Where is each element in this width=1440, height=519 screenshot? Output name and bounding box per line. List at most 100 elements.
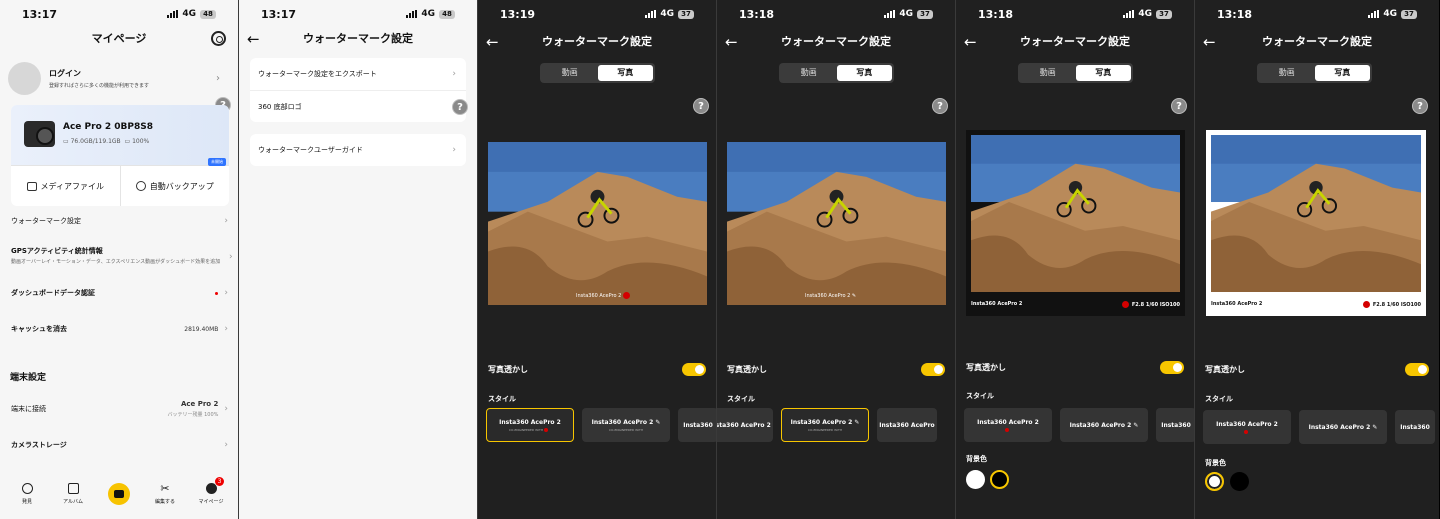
- style-option[interactable]: Insta360 AcePro 2 ✎ CO-ENGINEERED WITH: [582, 408, 670, 442]
- photo-preview: Insta360 AcePro 2 ✎: [727, 142, 946, 306]
- media-files-button[interactable]: メディアファイル: [11, 166, 120, 206]
- login-row[interactable]: ログイン 登録すればさらに多くの機能が利用できます ›: [8, 58, 230, 98]
- watermark-settings-row[interactable]: ウォーターマーク設定 ›: [11, 216, 228, 226]
- watermark-overlay: Insta360 AcePro 2 ✎: [805, 293, 857, 299]
- clear-cache-row[interactable]: キャッシュを消去 2819.40MB ›: [11, 324, 228, 334]
- tab-photo[interactable]: 写真: [597, 65, 653, 81]
- photo-preview: Insta360 AcePro 2 F2.8 1/60 ISO100: [966, 130, 1185, 316]
- style-option[interactable]: Insta360: [1156, 408, 1194, 442]
- back-arrow-icon[interactable]: ←: [964, 31, 977, 53]
- tab-edit[interactable]: ✂ 編集する: [146, 483, 184, 505]
- bgcolor-black-swatch[interactable]: [990, 470, 1009, 489]
- media-type-toggle: 動画 写真: [779, 63, 894, 83]
- style-option[interactable]: Insta360 AcePro 2: [717, 408, 773, 442]
- battery-icon: 48: [200, 9, 216, 19]
- page-title: マイページ: [91, 32, 147, 45]
- style-option[interactable]: Insta360 AcePro: [877, 408, 937, 442]
- bgcolor-label: 背景色: [966, 455, 987, 463]
- chevron-right-icon: ›: [452, 145, 456, 155]
- signal-icon: [167, 10, 179, 18]
- tab-discover[interactable]: 発見: [8, 483, 46, 505]
- auto-backup-button[interactable]: 自動バックアップ 未開始: [119, 158, 230, 206]
- help-icon[interactable]: ?: [1412, 98, 1428, 114]
- style-option[interactable]: Insta360 AcePro 2: [1203, 410, 1291, 444]
- tab-mypage[interactable]: マイページ 3: [192, 477, 230, 505]
- photo-watermark-toggle[interactable]: [1405, 363, 1429, 376]
- chevron-right-icon: ›: [224, 404, 228, 414]
- back-arrow-icon[interactable]: ←: [725, 31, 738, 53]
- scissors-icon: ✂: [160, 482, 170, 495]
- help-icon[interactable]: ?: [452, 99, 468, 115]
- style-carousel: Insta360 AcePro 2 Insta360 AcePro 2 ✎ In…: [964, 408, 1194, 442]
- leica-logo-icon: [1121, 300, 1129, 308]
- phone-watermark-frame-white: 13:18 4G 37 ← ウォーターマーク設定 動画 写真 ? Insta360 Ac…: [1195, 0, 1439, 519]
- chevron-right-icon: ›: [224, 288, 228, 298]
- dashboard-auth-row[interactable]: ダッシュボードデータ認証 ›: [11, 288, 228, 298]
- tab-video[interactable]: 動画: [781, 65, 837, 81]
- tab-video[interactable]: 動画: [1020, 65, 1076, 81]
- bgcolor-white-swatch[interactable]: [1205, 472, 1224, 491]
- tab-photo[interactable]: 写真: [836, 65, 892, 81]
- tab-photo[interactable]: 写真: [1075, 65, 1131, 81]
- style-option[interactable]: Insta360: [678, 408, 716, 442]
- status-bar: 13:19 4G 37: [478, 0, 716, 28]
- help-icon[interactable]: ?: [932, 98, 948, 114]
- tab-video[interactable]: 動画: [1259, 65, 1315, 81]
- page-title: ウォーターマーク設定: [542, 35, 652, 48]
- style-option[interactable]: Insta360 AcePro 2 CO-ENGINEERED WITH: [486, 408, 574, 442]
- device-card[interactable]: Ace Pro 2 0BP8S8 ▭ 76.0GB/119.1GB ▭ 100%…: [11, 105, 229, 206]
- photo-preview: Insta360 AcePro 2: [488, 142, 707, 306]
- media-type-toggle: 動画 写真: [1018, 63, 1133, 83]
- status-bar: 13:18 4G 37: [717, 0, 955, 28]
- chevron-right-icon: ›: [452, 69, 456, 79]
- signal-icon: [1123, 10, 1135, 18]
- style-label: スタイル: [1205, 395, 1233, 403]
- image-icon: [67, 483, 79, 494]
- phone-watermark-style-2: 13:18 4G 37 ← ウォーターマーク設定 動画 写真 ? Insta360 Ac…: [717, 0, 956, 519]
- back-arrow-icon[interactable]: ←: [247, 28, 260, 50]
- battery-icon: 37: [917, 9, 933, 19]
- bgcolor-label: 背景色: [1205, 459, 1226, 467]
- gps-stats-row[interactable]: GPSアクティビティ統計情報 動画オーバーレイ・モーション・データ、エクスペリエン…: [11, 246, 233, 266]
- tab-camera[interactable]: [100, 483, 138, 505]
- user-guide-item[interactable]: ウォーターマークユーザーガイド ›: [250, 134, 466, 166]
- style-option[interactable]: Insta360 AcePro 2: [964, 408, 1052, 442]
- tab-photo[interactable]: 写真: [1314, 65, 1370, 81]
- chevron-right-icon: ›: [229, 252, 233, 262]
- gear-icon[interactable]: [211, 31, 226, 46]
- device-storage: 76.0GB/119.1GB: [70, 138, 121, 145]
- style-option[interactable]: Insta360 AcePro 2 ✎ CO-ENGINEERED WITH: [781, 408, 869, 442]
- bgcolor-white-swatch[interactable]: [966, 470, 985, 489]
- phone-watermark-menu: 13:17 4G 48 ← ウォーターマーク設定 ウォーターマーク設定をエクスポー…: [239, 0, 478, 519]
- photo-watermark-toggle[interactable]: [682, 363, 706, 376]
- guide-group: ウォーターマークユーザーガイド ›: [250, 134, 466, 166]
- image-icon: [26, 181, 37, 191]
- photo-watermark-row: 写真透かし: [488, 363, 706, 376]
- watermark-overlay: Insta360 AcePro 2: [576, 292, 633, 299]
- camera-storage-row[interactable]: カメラストレージ ›: [11, 440, 228, 450]
- battery-icon: 48: [439, 9, 455, 19]
- connect-device-row[interactable]: 端末に接続 Ace Pro 2 バッテリー残量 100% ›: [11, 400, 228, 418]
- login-title: ログイン: [49, 68, 81, 78]
- photo-watermark-toggle[interactable]: [1160, 361, 1184, 374]
- style-carousel: Insta360 AcePro 2 CO-ENGINEERED WITH Inst…: [486, 408, 716, 442]
- photo-watermark-toggle[interactable]: [921, 363, 945, 376]
- bottom-logo-item[interactable]: 360 底部ロゴ?: [250, 90, 468, 122]
- cloud-upload-icon: [135, 181, 146, 191]
- exif-text: F2.8 1/60 ISO100: [1131, 301, 1180, 308]
- back-arrow-icon[interactable]: ←: [486, 31, 499, 53]
- desert-scene: [727, 142, 946, 306]
- photo-watermark-row: 写真透かし: [727, 363, 945, 376]
- watermark-frame: Insta360 AcePro 2 F2.8 1/60 ISO100: [971, 300, 1180, 308]
- tab-video[interactable]: 動画: [542, 65, 598, 81]
- help-icon[interactable]: ?: [1171, 98, 1187, 114]
- bgcolor-black-swatch[interactable]: [1230, 472, 1249, 491]
- tab-album[interactable]: アルバム: [54, 483, 92, 505]
- help-icon[interactable]: ?: [693, 98, 709, 114]
- style-option[interactable]: Insta360: [1395, 410, 1435, 444]
- back-arrow-icon[interactable]: ←: [1203, 31, 1216, 53]
- style-option[interactable]: Insta360 AcePro 2 ✎: [1299, 410, 1387, 444]
- export-settings-item[interactable]: ウォーターマーク設定をエクスポート ›: [250, 58, 466, 90]
- page-title: ウォーターマーク設定: [1020, 35, 1130, 48]
- style-option[interactable]: Insta360 AcePro 2 ✎: [1060, 408, 1148, 442]
